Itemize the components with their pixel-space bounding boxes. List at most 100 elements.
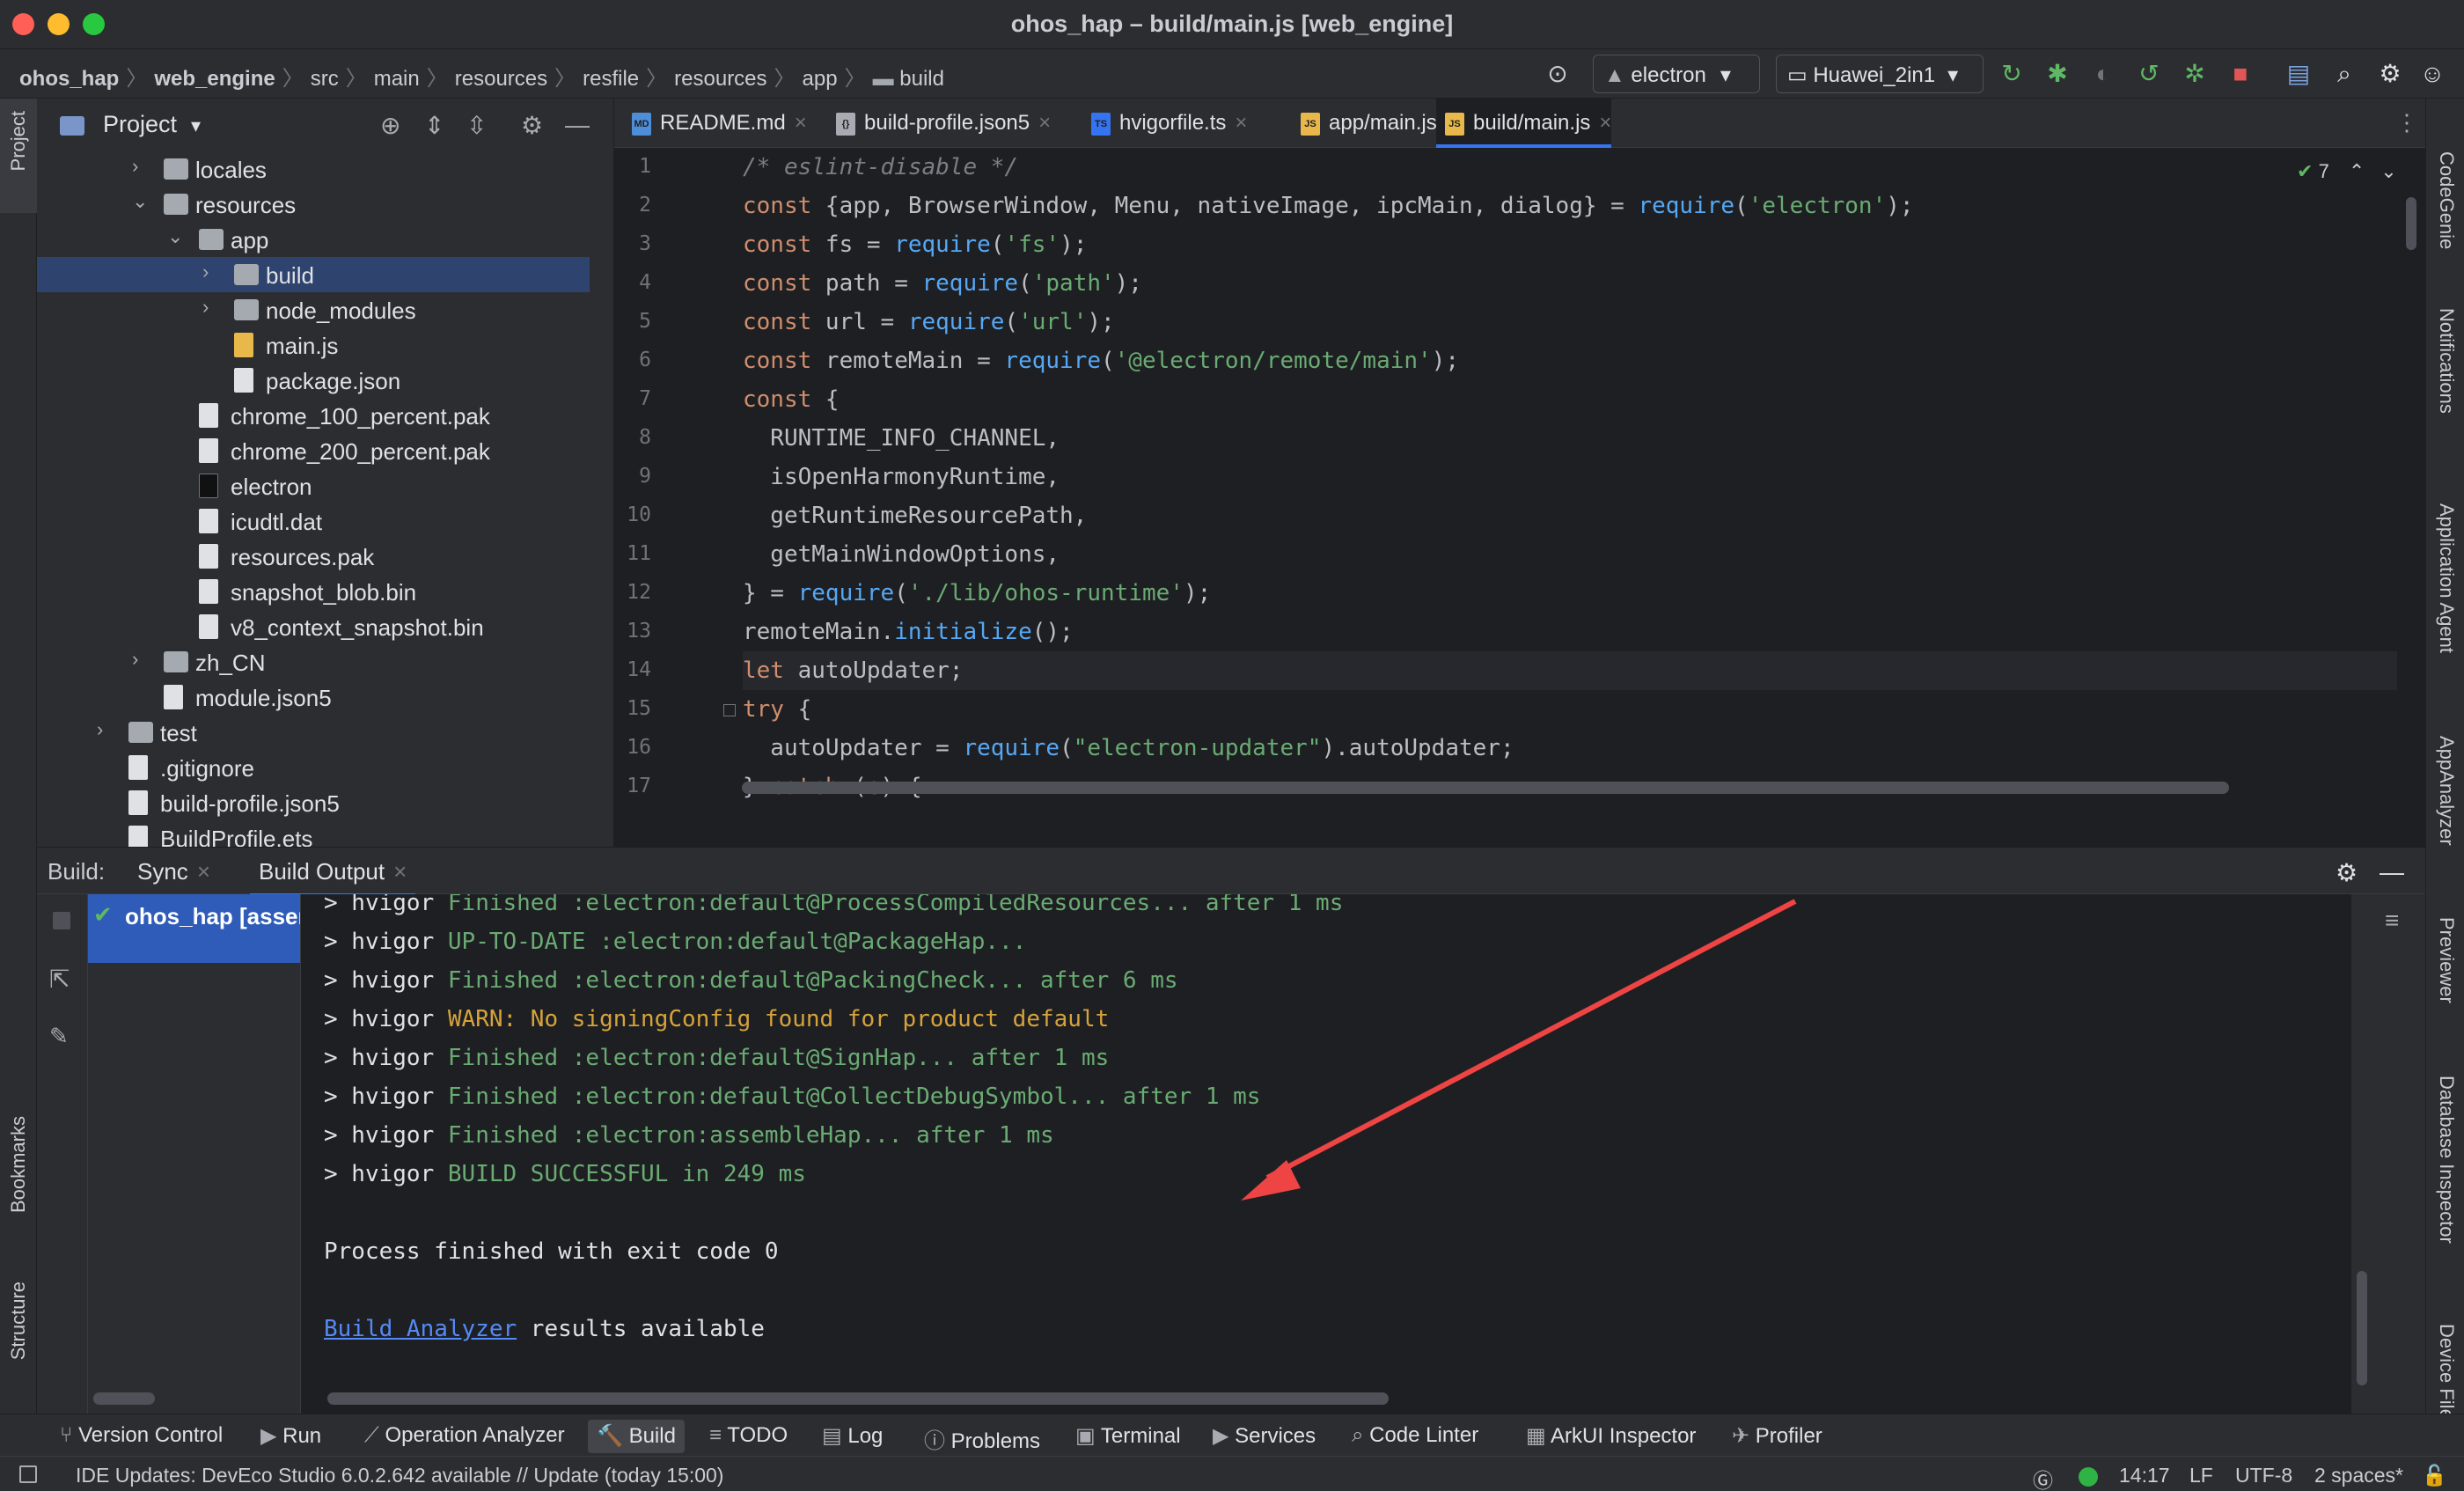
bottom-tool-arkui-inspector[interactable]: ▦ ArkUI Inspector <box>1526 1423 1696 1449</box>
build-output[interactable]: > hvigor Finished :electron:default@Proc… <box>301 894 2351 1414</box>
bottom-tool-terminal[interactable]: ▣ Terminal <box>1075 1423 1181 1449</box>
minimize-icon[interactable]: — <box>2380 858 2404 886</box>
tab-sync[interactable]: Sync × <box>137 858 210 885</box>
tab-build-output[interactable]: Build Output × <box>250 858 416 897</box>
project-structure-icon[interactable]: ▤ <box>2284 60 2313 88</box>
bottom-tool-build[interactable]: 🔨 Build <box>588 1420 685 1453</box>
stop-icon[interactable]: ■ <box>2226 60 2255 88</box>
application-agent-tool-button[interactable]: Application Agent <box>2435 503 2458 653</box>
bottom-tool-services[interactable]: ▶ Services <box>1213 1423 1316 1449</box>
soft-wrap-icon[interactable]: ≡ <box>2385 907 2399 935</box>
codegenie-tool-button[interactable]: CodeGenie <box>2435 151 2458 249</box>
breadcrumb-item[interactable]: resources <box>455 67 547 91</box>
tree-item[interactable]: build-profile.json5 <box>37 785 590 820</box>
breadcrumb-item[interactable]: web_engine <box>154 67 275 91</box>
indent-setting[interactable]: 2 spaces* <box>2314 1464 2403 1487</box>
open-external-icon[interactable]: ⇱ <box>49 965 70 994</box>
search-icon[interactable]: ⌕ <box>2330 60 2358 88</box>
file-encoding[interactable]: UTF-8 <box>2235 1464 2292 1487</box>
chevron-down-icon[interactable]: ⌄ <box>167 225 183 248</box>
bottom-tool-problems[interactable]: ⓘ Problems <box>924 1423 1040 1454</box>
attach-debugger-icon[interactable]: ◐ <box>2089 60 2117 88</box>
code-area[interactable]: /* eslint-disable */ const {app, BrowserW… <box>743 148 2397 799</box>
line-separator[interactable]: LF <box>2189 1464 2213 1487</box>
cursor-position[interactable]: 14:17 <box>2119 1464 2170 1487</box>
tree-item[interactable]: electron <box>37 468 590 503</box>
notifications-tool-button[interactable]: Notifications <box>2435 308 2458 414</box>
appanalyzer-tool-button[interactable]: AppAnalyzer <box>2435 736 2458 846</box>
status-message[interactable]: IDE Updates: DevEco Studio 6.0.2.642 ava… <box>76 1464 723 1487</box>
account-icon[interactable]: ☺ <box>2418 60 2446 88</box>
bottom-tool-code-linter[interactable]: ⌕ Code Linter <box>1352 1423 1478 1448</box>
tree-item[interactable]: main.js <box>37 327 590 363</box>
breadcrumb-item[interactable]: resources <box>674 67 766 91</box>
device-file-tool-button[interactable]: Device File <box>2435 1324 2458 1420</box>
tree-item[interactable]: ⌄ resources <box>37 187 590 222</box>
stop-icon[interactable] <box>53 912 70 929</box>
tree-item[interactable]: resources.pak <box>37 539 590 574</box>
tree-item[interactable]: chrome_100_percent.pak <box>37 398 590 433</box>
tree-item[interactable]: module.json5 <box>37 679 590 715</box>
breadcrumb-item[interactable]: src <box>311 67 339 91</box>
tree-item[interactable]: v8_context_snapshot.bin <box>37 609 590 644</box>
close-icon[interactable]: × <box>795 111 807 135</box>
structure-tool-button[interactable]: Structure <box>7 1282 30 1360</box>
tree-item[interactable]: › test <box>37 715 590 750</box>
editor-tab[interactable]: {} build-profile.json5 × <box>827 99 1051 148</box>
tree-item[interactable]: .gitignore <box>37 750 590 785</box>
project-title[interactable]: Project ▾ <box>103 111 201 138</box>
bottom-tool-operation-analyzer[interactable]: ⟋ Operation Analyzer <box>364 1423 565 1448</box>
tree-item[interactable]: package.json <box>37 363 590 398</box>
rerun-icon[interactable]: ↻ <box>1998 60 2026 88</box>
tree-item[interactable]: › build <box>37 257 590 292</box>
editor-tab[interactable]: JSapp/main.js× <box>1292 99 1458 148</box>
pin-icon[interactable]: ✎ <box>49 1023 69 1050</box>
close-icon[interactable]: × <box>197 858 210 885</box>
bottom-tool-todo[interactable]: ≡ TODO <box>709 1423 788 1448</box>
breadcrumb-item[interactable]: app <box>803 67 838 91</box>
layout-icon[interactable] <box>19 1465 37 1483</box>
bottom-tool-run[interactable]: ▶ Run <box>260 1423 321 1449</box>
tree-item[interactable]: ⌄ app <box>37 222 590 257</box>
close-icon[interactable]: × <box>1599 111 1611 135</box>
chevron-right-icon[interactable]: › <box>132 648 138 671</box>
expand-all-icon[interactable]: ⇕ <box>424 111 444 140</box>
locate-icon[interactable]: ⊕ <box>380 111 400 140</box>
build-analyzer-link[interactable]: Build Analyzer <box>324 1316 517 1342</box>
bottom-tool-version-control[interactable]: ⑂ Version Control <box>60 1423 223 1448</box>
breadcrumb-item[interactable]: resfile <box>583 67 639 91</box>
bottom-tool-log[interactable]: ▤ Log <box>822 1423 883 1449</box>
editor-tab[interactable]: JS build/main.js × <box>1436 99 1612 148</box>
collapse-all-icon[interactable]: ⇳ <box>466 111 487 140</box>
editor-horizontal-scrollbar[interactable] <box>742 782 2229 794</box>
build-output-vscrollbar[interactable] <box>2357 1271 2367 1385</box>
breadcrumb-item[interactable]: main <box>374 67 420 91</box>
close-icon[interactable]: × <box>393 858 407 885</box>
chevron-down-icon[interactable]: ⌄ <box>132 190 148 213</box>
lock-icon[interactable]: 🔓 <box>2422 1464 2447 1487</box>
device-dropdown[interactable]: ▭ Huawei_2in1 ▾ <box>1776 55 1984 93</box>
tree-item[interactable]: icudtl.dat <box>37 503 590 539</box>
close-icon[interactable]: × <box>1038 111 1051 135</box>
debug-icon[interactable]: ✱ <box>2043 60 2072 88</box>
fold-icon[interactable] <box>723 704 736 716</box>
bottom-tool-profiler[interactable]: ✈ Profiler <box>1732 1423 1822 1449</box>
gear-icon[interactable]: ⚙ <box>2376 60 2404 88</box>
gear-icon[interactable]: ⚙ <box>2336 858 2358 887</box>
editor-vertical-scrollbar[interactable] <box>2406 197 2416 250</box>
build-output-hscrollbar[interactable] <box>327 1392 1389 1405</box>
build-node[interactable]: ✔ ohos_hap [assembleHap] <box>88 894 300 963</box>
target-icon[interactable]: ⊙ <box>1544 60 1572 88</box>
tree-item[interactable]: chrome_200_percent.pak <box>37 433 590 468</box>
minimize-icon[interactable]: — <box>565 111 590 139</box>
run-config-dropdown[interactable]: ▲ electron ▾ <box>1593 55 1760 93</box>
editor-tab[interactable]: MD README.md × <box>623 99 807 148</box>
gear-icon[interactable]: ⚙ <box>521 111 543 140</box>
editor-tab[interactable]: TS hvigorfile.ts × <box>1082 99 1247 148</box>
chevron-right-icon[interactable]: › <box>202 261 209 283</box>
chevron-right-icon[interactable]: › <box>97 718 103 741</box>
close-icon[interactable]: × <box>1235 111 1247 135</box>
chevron-right-icon[interactable]: › <box>202 296 209 319</box>
tree-item[interactable]: snapshot_blob.bin <box>37 574 590 609</box>
tree-item[interactable]: › node_modules <box>37 292 590 327</box>
